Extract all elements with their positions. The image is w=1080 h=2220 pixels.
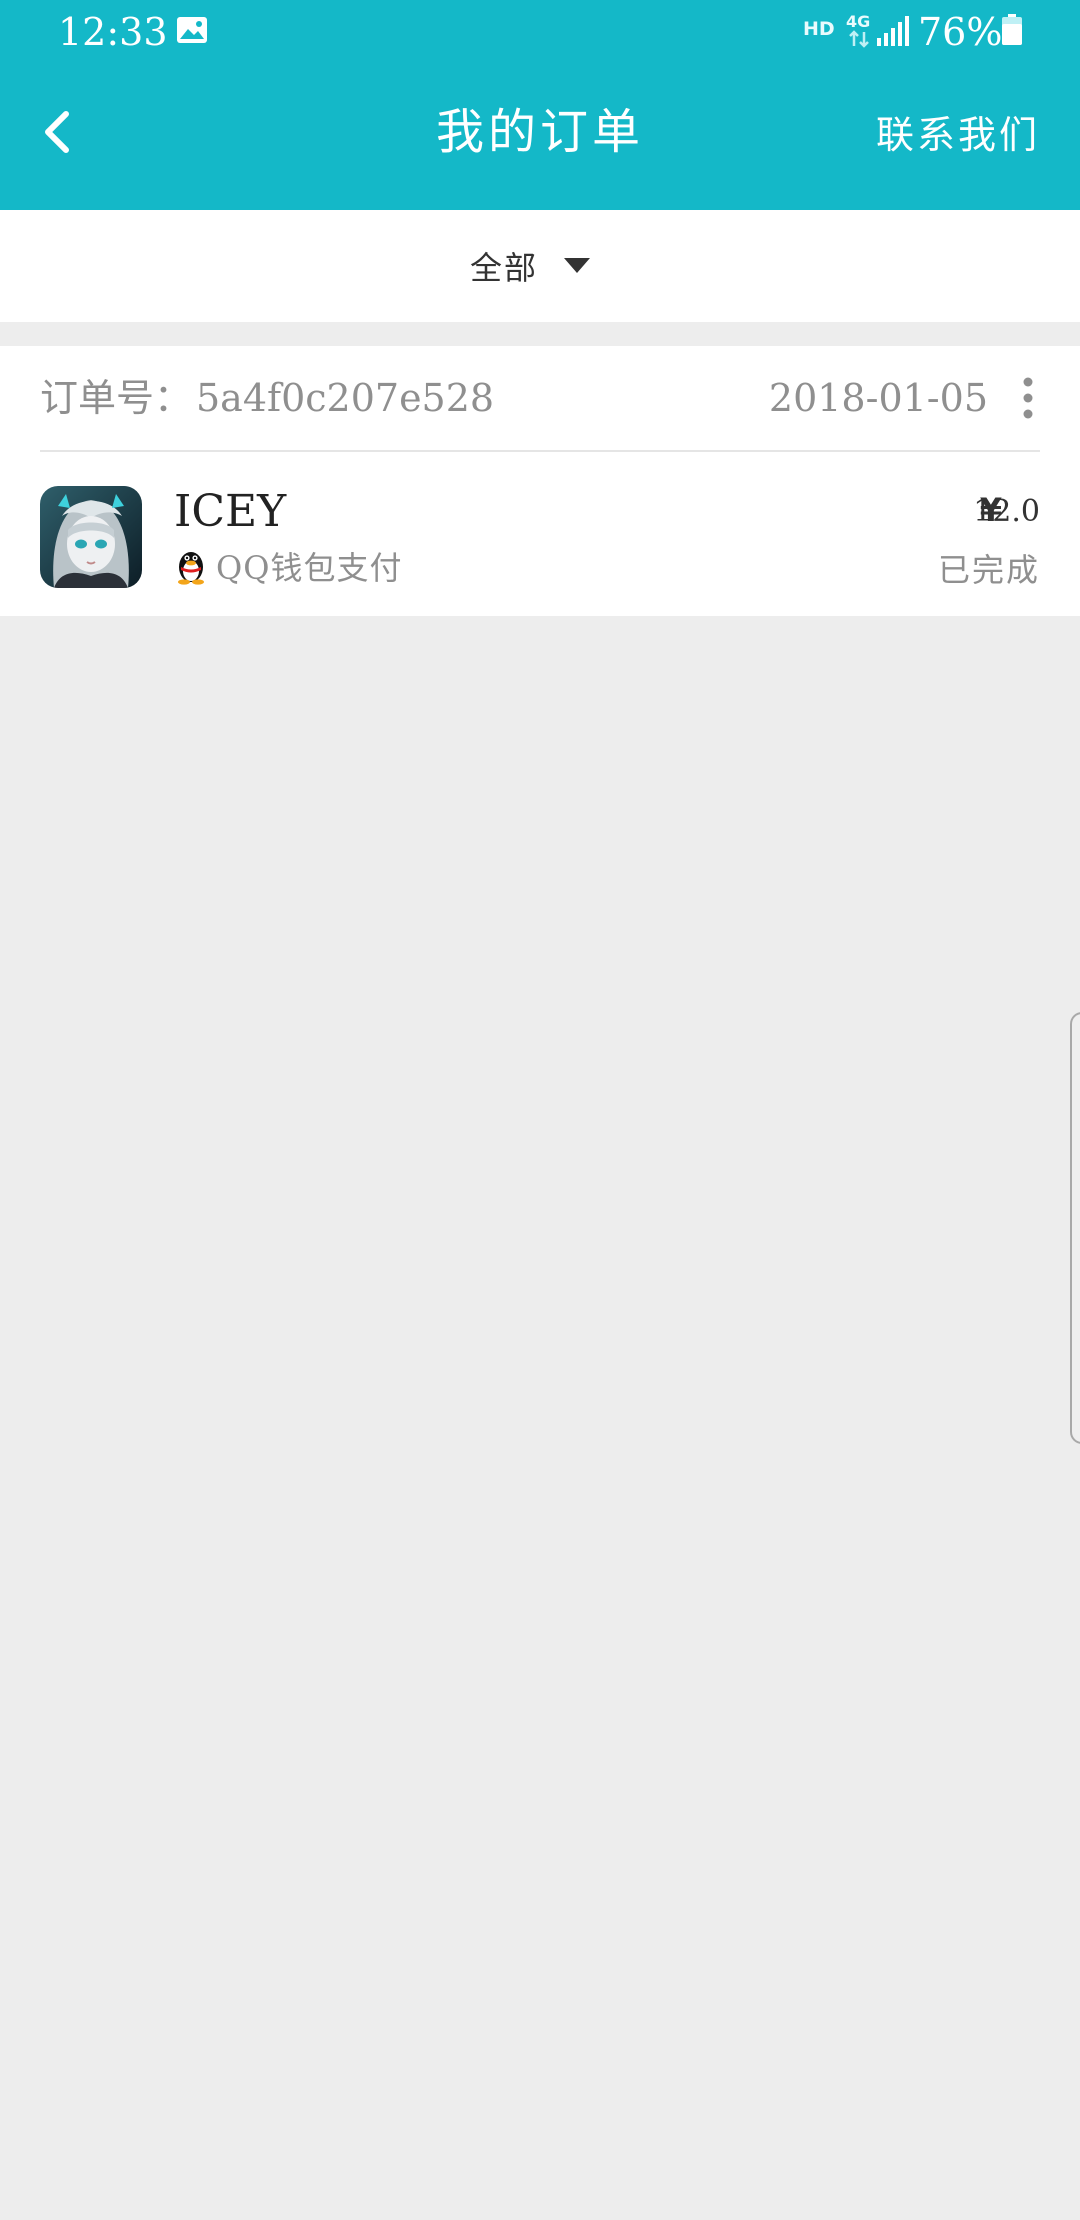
order-status: 已完成 bbox=[937, 551, 1040, 589]
order-price: 12.0 bbox=[973, 494, 1040, 529]
battery-icon bbox=[1002, 14, 1022, 45]
app-header: 我的订单 联系我们 bbox=[0, 64, 1080, 210]
order-card-body: ICEY QQ钱包支付 ¥ 12.0 已完成 bbox=[0, 452, 1080, 616]
product-name: ICEY bbox=[174, 486, 287, 537]
filter-bar: 全部 bbox=[0, 210, 1080, 322]
edge-panel-handle[interactable] bbox=[1070, 1012, 1080, 1444]
battery-percent: 76% bbox=[918, 10, 1003, 54]
order-card[interactable]: 订单号： 5a4f0c207e528 2018-01-05 ICEY QQ钱包支… bbox=[0, 346, 1080, 616]
orders-screen: 12:33 HD 4G 76% 我的订单 联系我们 全部 订单号： 5a4f0c… bbox=[0, 0, 1080, 2220]
order-number: 5a4f0c207e528 bbox=[196, 376, 495, 420]
caret-down-icon bbox=[564, 258, 591, 273]
order-number-label: 订单号： bbox=[40, 376, 193, 420]
top-bar: 12:33 HD 4G 76% 我的订单 联系我们 bbox=[0, 0, 1080, 210]
more-options-icon[interactable] bbox=[1016, 376, 1040, 420]
network-type: 4G bbox=[846, 12, 871, 31]
qq-penguin-icon bbox=[178, 552, 204, 585]
contact-us-link[interactable]: 联系我们 bbox=[876, 110, 1040, 160]
app-icon bbox=[40, 486, 142, 588]
status-time: 12:33 bbox=[58, 10, 168, 54]
order-card-header: 订单号： 5a4f0c207e528 2018-01-05 bbox=[40, 346, 1040, 452]
data-arrows-icon bbox=[849, 30, 869, 48]
payment-method: QQ钱包支付 bbox=[174, 544, 402, 588]
payment-method-label: QQ钱包支付 bbox=[216, 549, 403, 587]
image-icon bbox=[177, 17, 207, 43]
filter-selected-label: 全部 bbox=[470, 249, 539, 287]
order-date: 2018-01-05 bbox=[768, 376, 988, 420]
signal-icon bbox=[877, 16, 909, 46]
order-filter-dropdown[interactable]: 全部 bbox=[470, 240, 591, 292]
hd-indicator: HD bbox=[803, 18, 835, 40]
status-bar: 12:33 HD 4G 76% bbox=[0, 0, 1080, 64]
